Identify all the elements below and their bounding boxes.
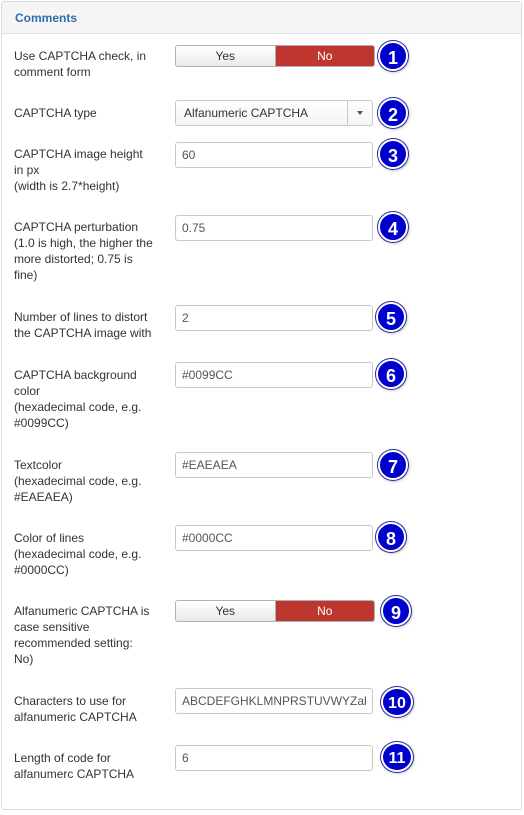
text-field-wrapper bbox=[175, 525, 373, 551]
field-label: Characters to use for alfanumeric CAPTCHA bbox=[14, 693, 164, 725]
chevron-down-icon bbox=[357, 111, 363, 115]
field-label-line: CAPTCHA background bbox=[14, 368, 137, 382]
text-input[interactable] bbox=[175, 305, 373, 331]
toggle-group: Yes No bbox=[175, 45, 375, 67]
panel-title: Comments bbox=[15, 11, 78, 25]
field-label-line: recommended setting: bbox=[14, 636, 133, 650]
field-label-line: Color of lines bbox=[14, 531, 85, 545]
field-label-line: No) bbox=[14, 652, 34, 666]
text-field-wrapper bbox=[175, 215, 373, 241]
field-label: Use CAPTCHA check, in comment form bbox=[14, 48, 164, 80]
field-label-line: Characters to use for bbox=[14, 694, 127, 708]
step-number-badge: 11 bbox=[381, 742, 413, 772]
text-field-wrapper bbox=[175, 452, 373, 478]
step-number-badge: 2 bbox=[378, 98, 408, 128]
field-label: Color of lines (hexadecimal code, e.g. #00… bbox=[14, 530, 164, 578]
field-label: Length of code for alfanumerc CAPTCHA bbox=[14, 750, 164, 782]
field-label: CAPTCHA background color (hexadecimal code… bbox=[14, 367, 164, 431]
field-label: Textcolor (hexadecimal code, e.g. #EAEAEA) bbox=[14, 457, 164, 505]
field-label-line: color bbox=[14, 384, 41, 398]
field-label-line: (hexadecimal code, e.g. bbox=[14, 400, 142, 414]
text-input[interactable] bbox=[175, 525, 373, 551]
field-label-line: alfanumeric CAPTCHA bbox=[14, 710, 137, 724]
step-number-badge: 4 bbox=[378, 212, 408, 242]
field-label-line: fine) bbox=[14, 268, 38, 282]
field-label-line: CAPTCHA perturbation bbox=[14, 220, 139, 234]
field-label-line: Use CAPTCHA check, in bbox=[14, 49, 147, 63]
text-field-wrapper bbox=[175, 362, 373, 388]
yes-no-toggle: Yes No bbox=[175, 45, 375, 67]
field-label: Number of lines to distort the CAPTCHA im… bbox=[14, 309, 164, 341]
toggle-group: Yes No bbox=[175, 600, 375, 622]
dropdown-toggle[interactable] bbox=[347, 101, 372, 125]
field-label-line: alfanumerc CAPTCHA bbox=[14, 767, 135, 781]
field-label: CAPTCHA image height in px (width is 2.7*h… bbox=[14, 146, 164, 194]
step-number-badge: 1 bbox=[378, 41, 408, 71]
text-field-wrapper bbox=[175, 745, 373, 771]
field-label-line: #0099CC) bbox=[14, 416, 69, 430]
text-input[interactable] bbox=[175, 215, 373, 241]
text-input[interactable] bbox=[175, 745, 373, 771]
field-label-line: Number of lines to distort bbox=[14, 310, 148, 324]
captcha-type-select: Alfanumeric CAPTCHA bbox=[175, 100, 373, 126]
toggle-yes-button[interactable]: Yes bbox=[176, 601, 276, 621]
text-field-wrapper bbox=[175, 305, 373, 331]
field-label-line: CAPTCHA type bbox=[14, 106, 97, 120]
field-label: CAPTCHA type bbox=[14, 105, 164, 121]
toggle-no-button[interactable]: No bbox=[275, 46, 374, 66]
panel-header: Comments bbox=[2, 2, 521, 34]
text-input[interactable] bbox=[175, 142, 373, 168]
yes-no-toggle: Yes No bbox=[175, 600, 375, 622]
field-label-line: (hexadecimal code, e.g. bbox=[14, 547, 142, 561]
step-number-badge: 5 bbox=[376, 302, 406, 332]
field-label-line: Textcolor bbox=[14, 458, 63, 472]
field-label-line: the CAPTCHA image with bbox=[14, 326, 152, 340]
field-label-line: (width is 2.7*height) bbox=[14, 179, 120, 193]
select-value: Alfanumeric CAPTCHA bbox=[184, 106, 309, 120]
step-number-badge: 3 bbox=[378, 139, 408, 169]
field-label-line: CAPTCHA image height bbox=[14, 147, 143, 161]
step-number-badge: 9 bbox=[381, 596, 411, 626]
select-box[interactable]: Alfanumeric CAPTCHA bbox=[175, 100, 373, 126]
step-number-badge: 10 bbox=[381, 687, 413, 717]
text-field-wrapper bbox=[175, 142, 373, 168]
field-label-line: (hexadecimal code, e.g. bbox=[14, 474, 142, 488]
step-number-badge: 7 bbox=[378, 450, 408, 480]
text-input[interactable] bbox=[175, 688, 373, 714]
text-field-wrapper bbox=[175, 688, 373, 714]
field-label-line: in px bbox=[14, 163, 40, 177]
field-label-line: comment form bbox=[14, 65, 91, 79]
text-input[interactable] bbox=[175, 362, 373, 388]
field-label-line: case sensitive bbox=[14, 620, 90, 634]
toggle-no-button[interactable]: No bbox=[275, 601, 374, 621]
field-label-line: Alfanumeric CAPTCHA is bbox=[14, 604, 150, 618]
field-label: Alfanumeric CAPTCHA is case sensitive reco… bbox=[14, 603, 164, 667]
toggle-yes-button[interactable]: Yes bbox=[176, 46, 276, 66]
field-label-line: more distorted; 0.75 is bbox=[14, 252, 133, 266]
field-label-line: (1.0 is high, the higher the bbox=[14, 236, 153, 250]
step-number-badge: 6 bbox=[376, 359, 406, 389]
field-label-line: #EAEAEA) bbox=[14, 490, 73, 504]
text-input[interactable] bbox=[175, 452, 373, 478]
step-number-badge: 8 bbox=[376, 522, 406, 552]
field-label-line: #0000CC) bbox=[14, 563, 69, 577]
field-label-line: Length of code for bbox=[14, 751, 111, 765]
field-label: CAPTCHA perturbation (1.0 is high, the hi… bbox=[14, 219, 164, 283]
